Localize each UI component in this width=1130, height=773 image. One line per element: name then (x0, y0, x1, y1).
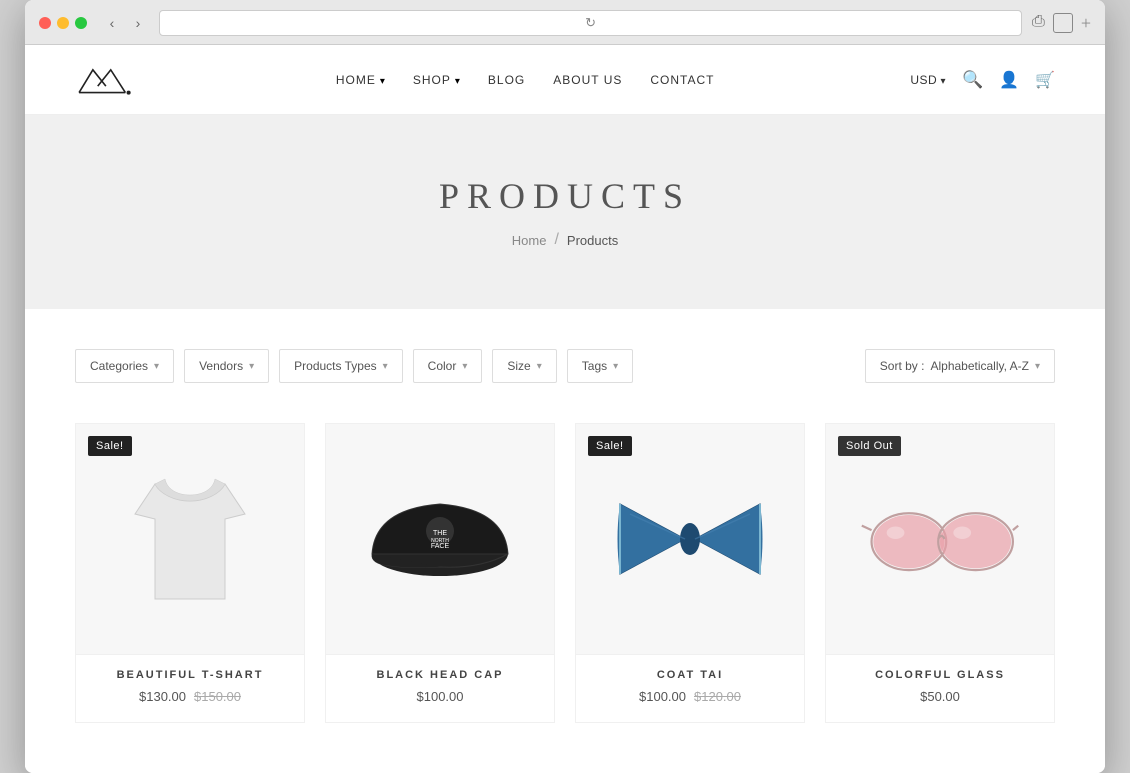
product-name: COLORFUL GLASS (840, 669, 1040, 681)
breadcrumb-current: Products (567, 233, 618, 248)
filter-tags[interactable]: Tags (567, 349, 633, 383)
share-icon[interactable]: ⎙ (1032, 13, 1045, 34)
sort-dropdown[interactable]: Sort by : Alphabetically, A-Z (865, 349, 1055, 383)
product-name: COAT TAI (590, 669, 790, 681)
price-current: $100.00 (417, 689, 464, 704)
nav-item-shop[interactable]: SHOP (413, 71, 460, 89)
nav-item-about[interactable]: ABOUT US (553, 71, 622, 89)
nav-links: HOME SHOP BLOG ABOUT US CONTACT (336, 71, 715, 89)
product-image-glasses (860, 494, 1020, 584)
account-icon: 👤 (999, 70, 1019, 90)
product-image-tshirt (125, 459, 255, 619)
address-bar[interactable]: ↻ (159, 10, 1022, 36)
browser-chrome: ‹ › ↻ ⎙ + (25, 0, 1105, 45)
nav-link-contact[interactable]: CONTACT (650, 73, 714, 87)
browser-window: ‹ › ↻ ⎙ + (25, 0, 1105, 773)
search-button[interactable]: 🔍 (962, 70, 983, 90)
product-image-wrap: Sold Out (826, 424, 1054, 654)
product-image-cap: THE NORTH FACE (360, 469, 520, 609)
filter-color-label: Color (428, 359, 457, 373)
nav-item-blog[interactable]: BLOG (488, 71, 525, 89)
hero-banner: PRODUCTS Home / Products (25, 115, 1105, 309)
product-info: BEAUTIFUL T-SHART $130.00 $150.00 (76, 654, 304, 722)
site-content: HOME SHOP BLOG ABOUT US CONTACT USD (25, 45, 1105, 773)
cart-button[interactable]: 🛒 (1035, 70, 1055, 90)
nav-item-contact[interactable]: CONTACT (650, 71, 714, 89)
product-info: BLACK HEAD CAP $100.00 (326, 654, 554, 722)
nav-link-home[interactable]: HOME (336, 73, 376, 87)
browser-nav-arrows: ‹ › (101, 12, 149, 34)
product-price: $100.00 $120.00 (590, 689, 790, 704)
filters-bar: Categories Vendors Products Types Color … (75, 339, 1055, 393)
tabs-icon[interactable] (1053, 13, 1073, 33)
filter-size[interactable]: Size (492, 349, 556, 383)
filter-vendors[interactable]: Vendors (184, 349, 269, 383)
traffic-light-yellow[interactable] (57, 17, 69, 29)
product-image-wrap: Sale! (76, 424, 304, 654)
browser-back-button[interactable]: ‹ (101, 12, 123, 34)
breadcrumb-home-link[interactable]: Home (512, 233, 547, 248)
product-badge-sale: Sale! (88, 436, 132, 456)
traffic-light-red[interactable] (39, 17, 51, 29)
product-info: COLORFUL GLASS $50.00 (826, 654, 1054, 722)
browser-forward-button[interactable]: › (127, 12, 149, 34)
logo[interactable] (75, 60, 140, 100)
currency-selector[interactable]: USD (910, 73, 946, 87)
product-card-glasses[interactable]: Sold Out (825, 423, 1055, 723)
filter-categories-label: Categories (90, 359, 148, 373)
nav-link-about[interactable]: ABOUT US (553, 73, 622, 87)
filter-vendors-label: Vendors (199, 359, 243, 373)
product-card-cap[interactable]: THE NORTH FACE BLACK HEAD CAP $100.00 (325, 423, 555, 723)
account-button[interactable]: 👤 (999, 70, 1019, 90)
product-price: $100.00 (340, 689, 540, 704)
sort-value: Alphabetically, A-Z (930, 359, 1029, 373)
filter-products-types[interactable]: Products Types (279, 349, 403, 383)
breadcrumb: Home / Products (45, 231, 1085, 249)
filter-color[interactable]: Color (413, 349, 483, 383)
traffic-light-green[interactable] (75, 17, 87, 29)
product-card-bowtie[interactable]: Sale! (575, 423, 805, 723)
browser-actions: ⎙ + (1032, 13, 1091, 34)
products-section: Categories Vendors Products Types Color … (25, 309, 1105, 773)
product-info: COAT TAI $100.00 $120.00 (576, 654, 804, 722)
svg-text:FACE: FACE (431, 543, 450, 550)
price-original: $150.00 (194, 689, 241, 704)
traffic-lights (39, 17, 87, 29)
filter-size-label: Size (507, 359, 530, 373)
search-icon: 🔍 (962, 70, 983, 90)
new-tab-icon[interactable]: + (1081, 13, 1091, 34)
nav-link-blog[interactable]: BLOG (488, 73, 525, 87)
nav-actions: USD 🔍 👤 🛒 (910, 70, 1055, 90)
svg-text:THE: THE (433, 530, 447, 537)
product-name: BEAUTIFUL T-SHART (90, 669, 290, 681)
cart-icon: 🛒 (1035, 70, 1055, 90)
product-name: BLACK HEAD CAP (340, 669, 540, 681)
price-original: $120.00 (694, 689, 741, 704)
product-price: $50.00 (840, 689, 1040, 704)
product-image-wrap: THE NORTH FACE (326, 424, 554, 654)
product-badge-soldout: Sold Out (838, 436, 901, 456)
product-price: $130.00 $150.00 (90, 689, 290, 704)
breadcrumb-separator: / (554, 231, 558, 249)
refresh-icon: ↻ (585, 15, 596, 31)
product-card-tshirt[interactable]: Sale! BEAUTIFUL T-SHART $130.00 $150.00 (75, 423, 305, 723)
nav-item-home[interactable]: HOME (336, 71, 385, 89)
product-grid: Sale! BEAUTIFUL T-SHART $130.00 $150.00 (75, 423, 1055, 723)
product-badge-sale: Sale! (588, 436, 632, 456)
filters-left: Categories Vendors Products Types Color … (75, 349, 633, 383)
sort-label: Sort by : (880, 359, 925, 373)
price-current: $100.00 (639, 689, 686, 704)
nav-link-shop[interactable]: SHOP (413, 73, 451, 87)
price-current: $130.00 (139, 689, 186, 704)
navbar: HOME SHOP BLOG ABOUT US CONTACT USD (25, 45, 1105, 115)
filter-tags-label: Tags (582, 359, 607, 373)
product-image-wrap: Sale! (576, 424, 804, 654)
price-current: $50.00 (920, 689, 960, 704)
product-image-bowtie (610, 484, 770, 594)
page-title: PRODUCTS (45, 175, 1085, 217)
filter-categories[interactable]: Categories (75, 349, 174, 383)
filter-products-types-label: Products Types (294, 359, 377, 373)
